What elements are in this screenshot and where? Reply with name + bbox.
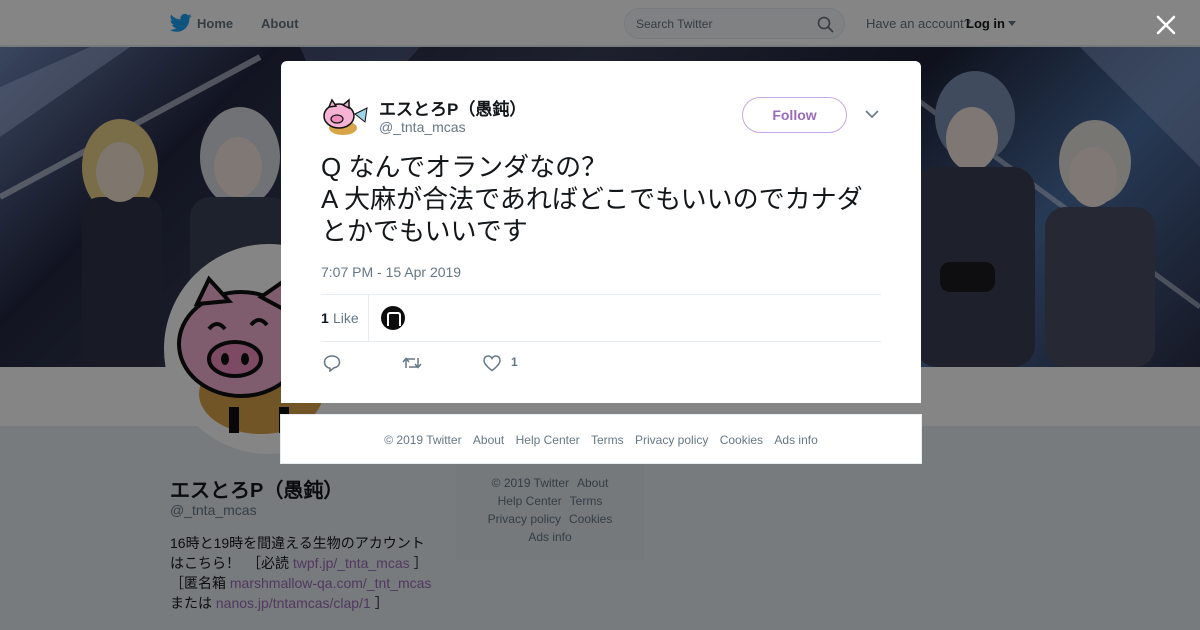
divider xyxy=(368,295,369,341)
like-count[interactable]: 1 xyxy=(321,310,329,326)
chevron-down-icon[interactable] xyxy=(865,109,879,119)
reply-icon[interactable] xyxy=(323,354,341,372)
close-icon[interactable] xyxy=(1156,15,1176,35)
retweet-icon[interactable] xyxy=(402,355,422,371)
tweet-timestamp[interactable]: 7:07 PM - 15 Apr 2019 xyxy=(321,264,461,280)
footer-help-link[interactable]: Help Center xyxy=(516,433,580,447)
tweet-author-handle[interactable]: @_tnta_mcas xyxy=(379,119,466,135)
heart-icon[interactable] xyxy=(483,355,501,372)
footer-ads-link[interactable]: Ads info xyxy=(774,433,817,447)
footer-copyright: © 2019 Twitter xyxy=(384,433,462,447)
tweet-text: Q なんでオランダなの？ A 大麻が合法であればどこでもいいのでカナダとかでもい… xyxy=(321,152,863,246)
liker-avatar[interactable] xyxy=(381,306,405,330)
tweet-author-name[interactable]: エスとろP（愚鈍） xyxy=(379,95,526,120)
footer-cookies-link[interactable]: Cookies xyxy=(720,433,763,447)
author-avatar[interactable] xyxy=(321,96,369,136)
modal-footer: © 2019 Twitter About Help Center Terms P… xyxy=(280,414,922,464)
footer-about-link[interactable]: About xyxy=(473,433,504,447)
footer-terms-link[interactable]: Terms xyxy=(591,433,624,447)
like-label[interactable]: Like xyxy=(333,310,359,326)
footer-privacy-link[interactable]: Privacy policy xyxy=(635,433,708,447)
heart-count: 1 xyxy=(511,355,518,369)
follow-button[interactable]: Follow xyxy=(742,97,847,133)
divider xyxy=(321,341,881,342)
tweet-permalink-modal: エスとろP（愚鈍） @_tnta_mcas Follow Q なんでオランダなの… xyxy=(281,61,921,403)
divider xyxy=(321,294,881,295)
